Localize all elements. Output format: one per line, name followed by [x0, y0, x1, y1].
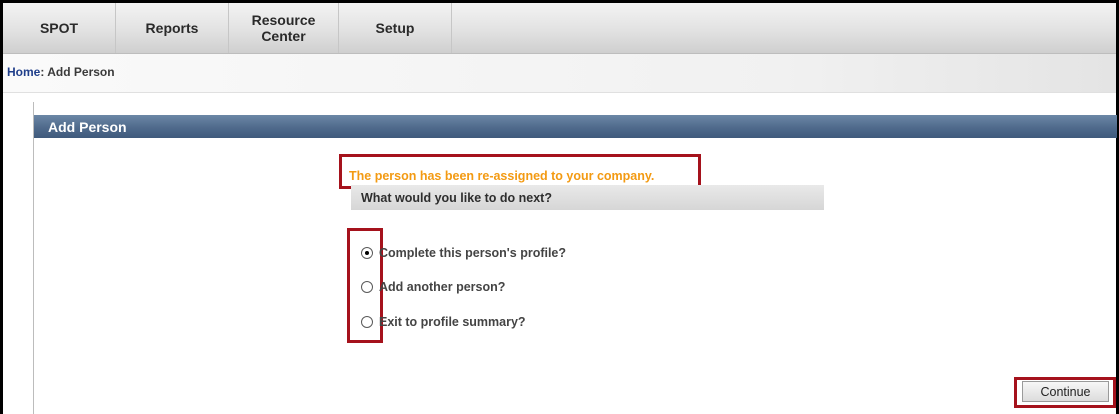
breadcrumb-current: Add Person	[47, 65, 115, 79]
option-label: Complete this person's profile?	[379, 246, 567, 260]
add-person-panel: Add Person	[33, 102, 1117, 414]
next-step-heading: What would you like to do next?	[351, 185, 824, 210]
option-complete-profile[interactable]: Complete this person's profile?	[361, 246, 566, 260]
radio-button[interactable]	[361, 316, 373, 328]
tab-spot[interactable]: SPOT	[3, 3, 116, 53]
tab-label: Setup	[375, 20, 415, 36]
tab-resource-center[interactable]: Resource Center	[229, 3, 339, 53]
radio-button[interactable]	[361, 281, 373, 293]
breadcrumb-home-link[interactable]: Home	[7, 65, 40, 79]
continue-button[interactable]: Continue	[1022, 381, 1109, 402]
radio-button-selected[interactable]	[361, 247, 373, 259]
option-label: Exit to profile summary?	[379, 315, 526, 329]
tab-label: SPOT	[39, 20, 79, 36]
tab-reports[interactable]: Reports	[116, 3, 229, 53]
panel-title: Add Person	[34, 115, 1117, 138]
status-message: The person has been re-assigned to your …	[349, 169, 655, 183]
breadcrumb: Home: Add Person	[3, 54, 1116, 93]
option-label: Add another person?	[379, 280, 506, 294]
option-exit-to-summary[interactable]: Exit to profile summary?	[361, 315, 526, 329]
option-add-another-person[interactable]: Add another person?	[361, 280, 505, 294]
top-nav: SPOT Reports Resource Center Setup	[3, 3, 1116, 54]
tab-label: Reports	[145, 20, 199, 36]
tab-setup[interactable]: Setup	[339, 3, 452, 53]
tab-label: Resource Center	[251, 12, 316, 44]
